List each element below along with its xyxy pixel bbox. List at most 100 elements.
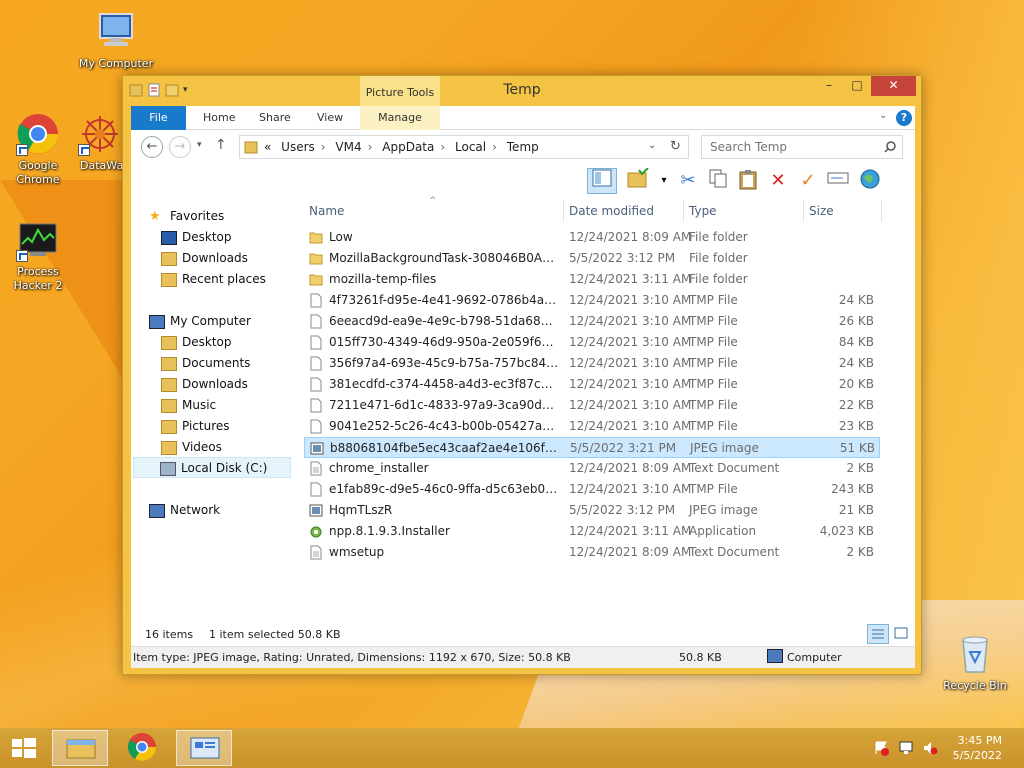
column-header-size[interactable]: Size <box>809 204 834 218</box>
column-divider[interactable] <box>803 200 804 222</box>
ribbon-expand-icon[interactable]: ⌄ <box>879 110 887 121</box>
file-row[interactable]: 015ff730-4349-46d9-950a-2e059f6bfe71.t..… <box>304 332 880 353</box>
text-icon <box>309 545 323 560</box>
file-row[interactable]: 4f73261f-d95e-4e41-9692-0786b4a9181e.t..… <box>304 290 880 311</box>
cut-icon[interactable]: ✂ <box>675 168 701 194</box>
address-bar[interactable]: « Users › VM4 › AppData › Local › Temp ⌄ ↻ <box>239 135 689 159</box>
taskbar-chrome[interactable] <box>114 730 170 766</box>
breadcrumb-temp[interactable]: Temp <box>507 140 539 154</box>
maximize-button[interactable]: □ <box>843 76 871 96</box>
nav-pictures[interactable]: Pictures <box>161 416 319 437</box>
explorer-window[interactable]: ▾ Picture Tools Temp – □ ✕ File Home Sha… <box>122 75 922 675</box>
close-button[interactable]: ✕ <box>871 76 916 96</box>
large-icons-view-button[interactable] <box>891 624 913 644</box>
desktop-icon-recycle-bin[interactable]: Recycle Bin <box>935 632 1015 693</box>
file-row[interactable]: 381ecdfd-c374-4458-a4d3-ec3f87c0e642....… <box>304 374 880 395</box>
file-row[interactable]: MozillaBackgroundTask-308046B0AF4A3... 5/… <box>304 248 880 269</box>
nav-videos[interactable]: Videos <box>161 437 319 458</box>
file-row[interactable]: Low 12/24/2021 8:09 AM File folder <box>304 227 880 248</box>
preview-pane-button[interactable] <box>587 168 617 194</box>
forward-button[interactable]: → <box>169 136 191 158</box>
chevron-down-icon[interactable]: ▾ <box>651 168 677 194</box>
globe-icon[interactable] <box>857 168 883 194</box>
search-box[interactable] <box>701 135 903 159</box>
clock-date: 5/5/2022 <box>952 749 1002 762</box>
desktop-icon-process-hacker[interactable]: Process Hacker 2 <box>0 218 78 293</box>
breadcrumb-appdata[interactable]: AppData <box>382 140 434 154</box>
start-button[interactable] <box>0 730 48 766</box>
up-button[interactable]: ↑ <box>215 137 227 153</box>
clock[interactable]: 3:45 PM 5/5/2022 <box>950 734 1002 762</box>
volume-muted-icon[interactable] <box>922 740 938 756</box>
delete-icon[interactable]: ✕ <box>765 168 791 194</box>
breadcrumb-vm4[interactable]: VM4 <box>335 140 361 154</box>
column-divider[interactable] <box>563 200 564 222</box>
nav-local-disk[interactable]: Local Disk (C:) <box>133 457 291 478</box>
file-row[interactable]: wmsetup 12/24/2021 8:09 AM Text Document 2 … <box>304 542 880 563</box>
file-row[interactable]: chrome_installer 12/24/2021 8:09 AM Text D… <box>304 458 880 479</box>
details-view-button[interactable] <box>867 624 889 644</box>
breadcrumb-local[interactable]: Local <box>455 140 486 154</box>
taskbar-file-explorer[interactable] <box>52 730 108 766</box>
tab-file[interactable]: File <box>131 106 186 130</box>
file-row[interactable]: 6eeacd9d-ea9e-4e9c-b798-51da68310a9b... 1… <box>304 311 880 332</box>
back-button[interactable]: ← <box>141 136 163 158</box>
nav-fav-desktop[interactable]: Desktop <box>161 227 319 248</box>
column-divider[interactable] <box>683 200 684 222</box>
nav-documents[interactable]: Documents <box>161 353 319 374</box>
taskbar-control-panel[interactable] <box>176 730 232 766</box>
nav-downloads[interactable]: Downloads <box>161 374 319 395</box>
nav-desktop[interactable]: Desktop <box>161 332 319 353</box>
tab-home[interactable]: Home <box>193 106 245 130</box>
column-header-name[interactable]: Name <box>309 204 344 218</box>
nav-fav-recent[interactable]: Recent places <box>161 269 319 290</box>
navigation-pane: ★ Favorites Desktop Downloads Recent plac… <box>131 196 291 620</box>
rename-icon[interactable] <box>825 168 851 194</box>
action-center-icon[interactable] <box>874 740 890 756</box>
breadcrumb-overflow[interactable]: « <box>264 140 271 154</box>
help-icon[interactable]: ? <box>896 110 912 126</box>
refresh-icon[interactable]: ↻ <box>670 139 681 154</box>
file-list: ^ Name Date modified Type Size Low 12/24/… <box>301 196 915 620</box>
details-size: 50.8 KB <box>679 651 722 664</box>
file-row[interactable]: 356f97a4-693e-45c9-b75a-757bc84e686e....… <box>304 353 880 374</box>
tab-view[interactable]: View <box>307 106 353 130</box>
search-input[interactable] <box>708 139 878 155</box>
minimize-button[interactable]: – <box>815 76 843 96</box>
nav-my-computer[interactable]: My Computer <box>149 311 307 332</box>
file-row[interactable]: npp.8.1.9.3.Installer 12/24/2021 3:11 AM A… <box>304 521 880 542</box>
column-header-type[interactable]: Type <box>689 204 717 218</box>
breadcrumb-users[interactable]: Users <box>281 140 315 154</box>
nav-favorites[interactable]: ★ Favorites <box>149 206 307 227</box>
file-row[interactable]: HqmTLszR 5/5/2022 3:12 PM JPEG image 21 KB <box>304 500 880 521</box>
file-size: 21 KB <box>838 503 874 517</box>
address-dropdown-icon[interactable]: ⌄ <box>648 140 656 151</box>
desktop-icon-chrome[interactable]: Google Chrome <box>0 112 78 187</box>
file-row[interactable]: e1fab89c-d9e5-46c0-9ffa-d5c63eb0c9ea.t..… <box>304 479 880 500</box>
computer-icon <box>767 649 783 663</box>
network-tray-icon[interactable] <box>898 740 914 756</box>
desktop-icon-datawa[interactable]: DataWa <box>70 112 130 173</box>
file-name: Low <box>329 230 353 244</box>
nav-fav-downloads[interactable]: Downloads <box>161 248 319 269</box>
file-row[interactable]: 9041e252-5c26-4c43-b00b-05427a903759....… <box>304 416 880 437</box>
nav-network[interactable]: Network <box>149 500 307 521</box>
tab-share[interactable]: Share <box>249 106 301 130</box>
title-bar[interactable]: ▾ Picture Tools Temp – □ ✕ <box>123 76 921 106</box>
desktop-icon-my-computer[interactable]: My Computer <box>76 10 156 71</box>
column-divider[interactable] <box>881 200 882 222</box>
checkmark-icon[interactable]: ✓ <box>795 168 821 194</box>
column-header-date[interactable]: Date modified <box>569 204 654 218</box>
file-row[interactable]: mozilla-temp-files 12/24/2021 3:11 AM File… <box>304 269 880 290</box>
tab-manage[interactable]: Manage <box>360 106 440 130</box>
file-row[interactable]: b88068104fbe5ec43caaf2ae4e106fb9 5/5/2022… <box>304 437 880 458</box>
copy-icon[interactable] <box>705 168 731 194</box>
paste-icon[interactable] <box>735 168 761 194</box>
select-folder-button[interactable] <box>625 167 651 194</box>
file-type: TMP File <box>689 419 738 433</box>
file-name: b88068104fbe5ec43caaf2ae4e106fb9 <box>330 441 560 455</box>
nav-music[interactable]: Music <box>161 395 319 416</box>
recent-locations-icon[interactable]: ▾ <box>197 140 202 150</box>
folder-icon <box>161 356 177 371</box>
file-row[interactable]: 7211e471-6d1c-4833-97a9-3ca90d742f8d....… <box>304 395 880 416</box>
